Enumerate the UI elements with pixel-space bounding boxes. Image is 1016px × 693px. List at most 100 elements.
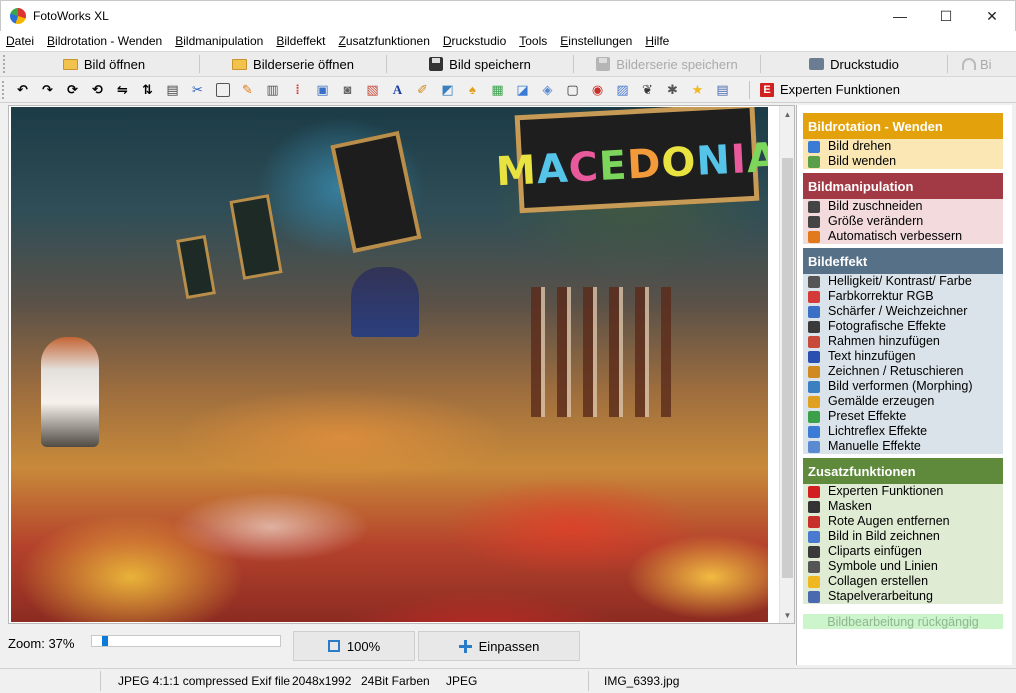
morphing-icon[interactable]: ◩	[439, 81, 456, 98]
panel-item[interactable]: Bild wenden	[803, 154, 1003, 169]
save-series-button[interactable]: Bilderserie speichern	[574, 53, 760, 75]
panel-group-header[interactable]: Bildmanipulation	[803, 173, 1003, 199]
preset-effects-icon[interactable]: ▦	[489, 81, 506, 98]
panel-group-header[interactable]: Bildrotation - Wenden	[803, 113, 1003, 139]
image-canvas[interactable]: MACEDONIA	[8, 105, 795, 624]
rotate-right-90-icon[interactable]: ↷	[39, 81, 56, 98]
photo-sign-small	[229, 194, 283, 280]
panel-item[interactable]: Lichtreflex Effekte	[803, 424, 1003, 439]
photo-effects-icon[interactable]: ◙	[339, 81, 356, 98]
open-series-button[interactable]: Bilderserie öffnen	[200, 53, 386, 75]
panel-item-label: Automatisch verbessern	[828, 229, 963, 243]
menu-datei[interactable]: Datei	[6, 34, 34, 48]
panel-group-header[interactable]: Zusatzfunktionen	[803, 458, 1003, 484]
panel-item[interactable]: Fotografische Effekte	[803, 319, 1003, 334]
rotate-counterclockwise-icon[interactable]: ⟲	[89, 81, 106, 98]
panel-item[interactable]: Zeichnen / Retuschieren	[803, 364, 1003, 379]
panel-item-label: Cliparts einfügen	[828, 544, 922, 558]
undo-icon	[962, 58, 976, 70]
color-correction-rgb-icon[interactable]: ⁞	[289, 81, 306, 98]
menu-druckstudio[interactable]: Druckstudio	[443, 34, 506, 48]
undo-button[interactable]: Bi	[948, 53, 1008, 75]
panel-group-header[interactable]: Bildeffekt	[803, 248, 1003, 274]
panel-item[interactable]: Experten Funktionen	[803, 484, 1003, 499]
save-image-button[interactable]: Bild speichern	[387, 53, 573, 75]
flip-vertical-icon[interactable]: ⇅	[139, 81, 156, 98]
print-studio-button[interactable]: Druckstudio	[761, 53, 947, 75]
zoom-100-button[interactable]: 100%	[293, 631, 415, 661]
photo-sign-letter: M	[494, 147, 539, 196]
rotate-clockwise-icon[interactable]: ⟳	[64, 81, 81, 98]
menu-hilfe[interactable]: Hilfe	[645, 34, 669, 48]
zoom-slider-thumb[interactable]	[102, 636, 108, 646]
panel-item[interactable]: Preset Effekte	[803, 409, 1003, 424]
painting-icon[interactable]: ♠	[464, 81, 481, 98]
open-image-button[interactable]: Bild öffnen	[9, 53, 199, 75]
scrollbar-thumb[interactable]	[782, 158, 793, 578]
function-panel: Bildrotation - Wenden Bild drehen Bild wen…	[796, 105, 1012, 665]
text-icon[interactable]: A	[389, 81, 406, 98]
panel-item[interactable]: Bild drehen	[803, 139, 1003, 154]
menu-bildeffekt[interactable]: Bildeffekt	[276, 34, 325, 48]
symbols-lines-icon[interactable]: ✱	[664, 81, 681, 98]
panel-item[interactable]: Symbole und Linien	[803, 559, 1003, 574]
panel-item[interactable]: Farbkorrektur RGB	[803, 289, 1003, 304]
panel-item[interactable]: Masken	[803, 499, 1003, 514]
clipart-icon[interactable]: ❦	[639, 81, 656, 98]
panel-item-label: Helligkeit/ Kontrast/ Farbe	[828, 274, 972, 288]
zoom-slider[interactable]	[91, 635, 281, 647]
panel-item[interactable]: Bild verformen (Morphing)	[803, 379, 1003, 394]
menu-einstellungen[interactable]: Einstellungen	[560, 34, 632, 48]
flip-horizontal-icon[interactable]: ⇋	[114, 81, 131, 98]
panel-item[interactable]: Collagen erstellen	[803, 574, 1003, 589]
brightness-contrast-icon[interactable]: ▥	[264, 81, 281, 98]
panel-item[interactable]: Größe verändern	[803, 214, 1003, 229]
frame-icon[interactable]: ▧	[364, 81, 381, 98]
expert-functions-button[interactable]: E Experten Funktionen	[760, 82, 900, 97]
toolbar-grip[interactable]	[2, 80, 8, 99]
panel-item[interactable]: Rote Augen entfernen	[803, 514, 1003, 529]
menu-tools[interactable]: Tools	[519, 34, 547, 48]
status-filename: IMG_6393.jpg	[604, 674, 680, 688]
vertical-scrollbar[interactable]: ▲ ▼	[779, 106, 794, 623]
resize-icon[interactable]	[214, 81, 231, 98]
panel-item[interactable]: Bild zuschneiden	[803, 199, 1003, 214]
panel-item[interactable]: Helligkeit/ Kontrast/ Farbe	[803, 274, 1003, 289]
straighten-icon[interactable]: ▤	[164, 81, 181, 98]
panel-item-label: Text hinzufügen	[828, 349, 916, 363]
mask-icon[interactable]: ▢	[564, 81, 581, 98]
panel-item[interactable]: Manuelle Effekte	[803, 439, 1003, 454]
minimize-button[interactable]: —	[877, 1, 923, 32]
sharpen-icon[interactable]: ▣	[314, 81, 331, 98]
panel-item[interactable]: Bild in Bild zeichnen	[803, 529, 1003, 544]
draw-retouch-icon[interactable]: ✐	[414, 81, 431, 98]
menu-zusatzfunktionen[interactable]: Zusatzfunktionen	[338, 34, 429, 48]
batch-processing-icon[interactable]: ▤	[714, 81, 731, 98]
menu-bildrotation[interactable]: Bildrotation - Wenden	[47, 34, 162, 48]
panel-item[interactable]: Text hinzufügen	[803, 349, 1003, 364]
undo-edit-button[interactable]: Bildbearbeitung rückgängig	[803, 614, 1003, 629]
manual-effects-icon[interactable]: ◈	[539, 81, 556, 98]
panel-item[interactable]: Stapelverarbeitung	[803, 589, 1003, 604]
close-button[interactable]: ✕	[969, 1, 1015, 32]
printer-icon	[809, 58, 825, 70]
collage-star-icon[interactable]: ★	[689, 81, 706, 98]
undo-label: Bi	[980, 56, 992, 72]
panel-item[interactable]: Cliparts einfügen	[803, 544, 1003, 559]
panel-item[interactable]: Rahmen hinzufügen	[803, 334, 1003, 349]
scroll-down-arrow-icon[interactable]: ▼	[780, 607, 795, 623]
rotate-left-90-icon[interactable]: ↶	[14, 81, 31, 98]
scroll-up-arrow-icon[interactable]: ▲	[780, 106, 795, 122]
panel-item[interactable]: Gemälde erzeugen	[803, 394, 1003, 409]
maximize-button[interactable]: ☐	[923, 1, 969, 32]
panel-item[interactable]: Automatisch verbessern	[803, 229, 1003, 244]
crop-scissors-icon[interactable]: ✂	[189, 81, 206, 98]
panel-item[interactable]: Schärfer / Weichzeichner	[803, 304, 1003, 319]
panel-item-label: Farbkorrektur RGB	[828, 289, 934, 303]
picture-in-picture-icon[interactable]: ▨	[614, 81, 631, 98]
light-reflex-icon[interactable]: ◪	[514, 81, 531, 98]
auto-enhance-icon[interactable]: ✎	[239, 81, 256, 98]
red-eye-icon[interactable]: ◉	[589, 81, 606, 98]
menu-bildmanipulation[interactable]: Bildmanipulation	[175, 34, 263, 48]
fit-to-window-button[interactable]: Einpassen	[418, 631, 580, 661]
